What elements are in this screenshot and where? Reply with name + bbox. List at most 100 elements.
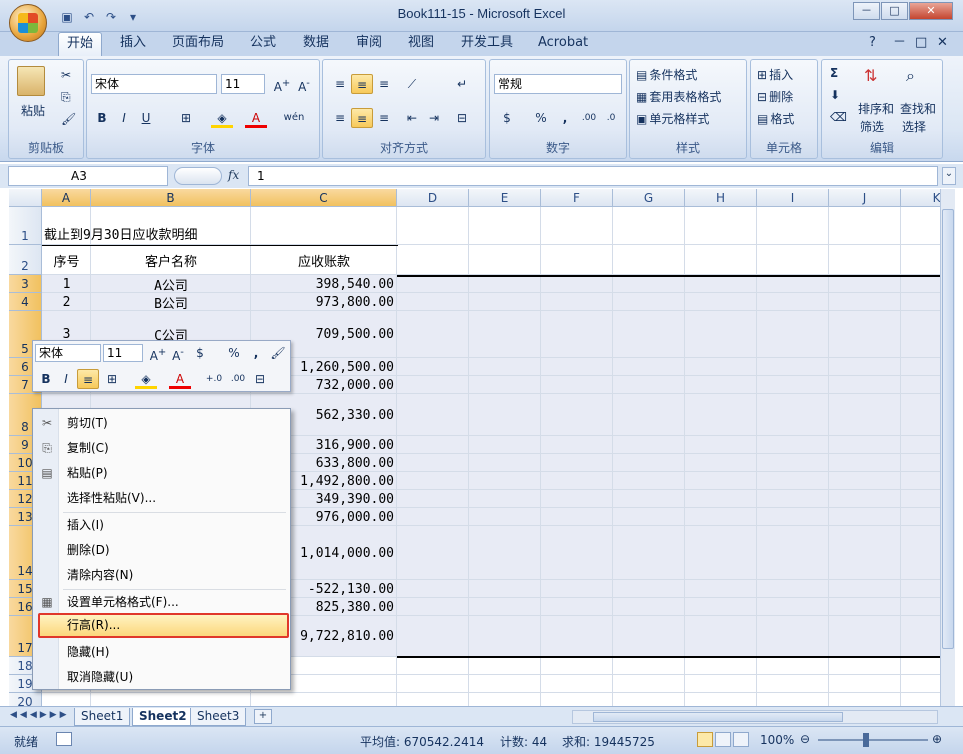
menu-row-height-highlight[interactable]: 行高(R)... bbox=[38, 613, 289, 638]
menu-hide[interactable]: 隐藏(H) bbox=[67, 641, 109, 663]
help-icon[interactable]: ? bbox=[866, 32, 879, 56]
row-header-4[interactable]: 4 bbox=[9, 293, 42, 311]
zoom-level[interactable]: 100% bbox=[760, 733, 794, 747]
decrease-indent-icon[interactable]: ⇤ bbox=[401, 108, 423, 128]
zoom-slider[interactable] bbox=[818, 739, 928, 741]
menu-clear-contents[interactable]: 清除内容(N) bbox=[67, 564, 133, 586]
menu-delete[interactable]: 删除(D) bbox=[67, 539, 110, 561]
number-format-select[interactable]: 常规 bbox=[494, 74, 622, 94]
italic-button[interactable]: I bbox=[113, 108, 135, 128]
row-header-20[interactable]: 20 bbox=[9, 693, 42, 706]
header-no[interactable]: 序号 bbox=[42, 245, 91, 275]
cell-customer[interactable]: A公司 bbox=[91, 275, 251, 294]
tab-view[interactable]: 视图 bbox=[400, 32, 442, 56]
mini-shrink-font-icon[interactable]: A- bbox=[167, 343, 189, 363]
align-bottom-icon[interactable]: ≡ bbox=[373, 74, 395, 94]
align-top-icon[interactable]: ≡ bbox=[329, 74, 351, 94]
sheet-tab-3[interactable]: Sheet3 bbox=[190, 708, 247, 726]
sort-filter-icon[interactable]: ⇅ bbox=[864, 66, 877, 85]
menu-insert[interactable]: 插入(I) bbox=[67, 514, 104, 536]
horizontal-scrollbar[interactable] bbox=[572, 710, 938, 724]
cell-receivable[interactable]: 398,540.00 bbox=[251, 275, 394, 293]
sheet-tab-2[interactable]: Sheet2 bbox=[132, 708, 194, 726]
mini-size-select[interactable]: 11 bbox=[103, 344, 143, 362]
column-header-k[interactable]: K bbox=[901, 189, 940, 207]
mini-merge-icon[interactable]: ⊟ bbox=[249, 369, 271, 389]
tab-page-layout[interactable]: 页面布局 bbox=[164, 32, 232, 56]
mini-increase-decimal-button[interactable]: +.0 bbox=[203, 369, 225, 389]
insert-cells-button[interactable]: 插入 bbox=[769, 66, 793, 83]
maximize-button[interactable]: □ bbox=[881, 2, 908, 20]
increase-indent-icon[interactable]: ⇥ bbox=[423, 108, 445, 128]
find-select-icon[interactable]: ⌕ bbox=[906, 66, 915, 86]
clear-icon[interactable]: ⌫ bbox=[830, 110, 847, 124]
menu-copy[interactable]: 复制(C) bbox=[67, 437, 109, 459]
delete-cells-button[interactable]: 删除 bbox=[769, 88, 793, 105]
menu-row-height[interactable]: 行高(R)... bbox=[67, 615, 120, 636]
conditional-format-button[interactable]: 条件格式 bbox=[649, 66, 697, 83]
mini-italic-button[interactable]: I bbox=[55, 369, 77, 389]
mini-decrease-decimal-button[interactable]: .00 bbox=[227, 369, 249, 389]
normal-view-icon[interactable] bbox=[697, 732, 713, 747]
font-color-button[interactable]: A bbox=[245, 108, 267, 128]
comma-button[interactable]: , bbox=[554, 108, 576, 128]
percent-button[interactable]: % bbox=[530, 108, 552, 128]
tab-review[interactable]: 审阅 bbox=[348, 32, 390, 56]
wrap-text-icon[interactable]: ↵ bbox=[451, 74, 473, 94]
ribbon-restore-button[interactable]: □ bbox=[912, 32, 930, 56]
ribbon-close-button[interactable]: ✕ bbox=[934, 32, 951, 56]
column-header-h[interactable]: H bbox=[685, 189, 757, 207]
orientation-icon[interactable]: ⟋ bbox=[401, 74, 423, 94]
tab-data[interactable]: 数据 bbox=[295, 32, 337, 56]
tab-home[interactable]: 开始 bbox=[58, 32, 103, 56]
vertical-scrollbar[interactable] bbox=[940, 189, 955, 706]
fill-color-icon[interactable]: ◈ bbox=[211, 108, 233, 128]
horizontal-scroll-thumb[interactable] bbox=[593, 712, 843, 722]
page-layout-view-icon[interactable] bbox=[715, 732, 731, 747]
align-center-icon[interactable]: ≡ bbox=[351, 108, 373, 128]
underline-button[interactable]: U bbox=[135, 108, 157, 128]
vertical-scroll-thumb[interactable] bbox=[942, 209, 954, 649]
sheet-nav-arrows-icon[interactable]: ◀◀◀▶▶▶ bbox=[10, 710, 70, 720]
find-select-button[interactable]: 查找和 bbox=[900, 100, 936, 117]
menu-cut[interactable]: 剪切(T) bbox=[67, 412, 108, 434]
sheet-tab-1[interactable]: Sheet1 bbox=[74, 708, 131, 726]
paste-button[interactable]: 粘贴 bbox=[21, 102, 45, 119]
column-header-i[interactable]: I bbox=[757, 189, 829, 207]
macro-record-icon[interactable] bbox=[56, 732, 72, 746]
cell-styles-button[interactable]: 单元格样式 bbox=[649, 110, 709, 127]
format-as-table-button[interactable]: 套用表格格式 bbox=[649, 88, 721, 105]
new-sheet-icon[interactable]: + bbox=[254, 709, 272, 724]
mini-format-painter-icon[interactable]: 🖌 bbox=[267, 343, 289, 363]
font-size-select[interactable]: 11 bbox=[221, 74, 265, 94]
formula-input[interactable]: 1 bbox=[248, 166, 938, 186]
cell-customer[interactable]: B公司 bbox=[91, 293, 251, 312]
page-break-view-icon[interactable] bbox=[733, 732, 749, 747]
font-name-select[interactable]: 宋体 bbox=[91, 74, 217, 94]
cell-receivable[interactable]: 973,800.00 bbox=[251, 293, 394, 311]
tab-formulas[interactable]: 公式 bbox=[242, 32, 284, 56]
menu-unhide[interactable]: 取消隐藏(U) bbox=[67, 666, 133, 688]
align-right-icon[interactable]: ≡ bbox=[373, 108, 395, 128]
zoom-slider-thumb[interactable] bbox=[863, 733, 869, 747]
zoom-out-icon[interactable]: ⊖ bbox=[800, 732, 810, 746]
sort-filter-button[interactable]: 排序和 bbox=[858, 100, 894, 117]
format-painter-icon[interactable]: 🖌 bbox=[61, 112, 76, 126]
row-header-2[interactable]: 2 bbox=[9, 245, 42, 275]
column-header-f[interactable]: F bbox=[541, 189, 613, 207]
decrease-decimal-button[interactable]: .0 bbox=[600, 108, 622, 128]
tab-insert[interactable]: 插入 bbox=[112, 32, 154, 56]
insert-function-button[interactable]: fx bbox=[228, 168, 239, 182]
minimize-button[interactable]: － bbox=[853, 2, 880, 20]
title-cell[interactable]: 截止到9月30日应收款明细 bbox=[44, 208, 197, 245]
mini-font-select[interactable]: 宋体 bbox=[35, 344, 101, 362]
menu-paste[interactable]: 粘贴(P) bbox=[67, 462, 108, 484]
tab-acrobat[interactable]: Acrobat bbox=[530, 32, 596, 56]
column-header-g[interactable]: G bbox=[613, 189, 685, 207]
close-button[interactable]: ✕ bbox=[909, 2, 953, 20]
fill-icon[interactable]: ⬇ bbox=[830, 88, 840, 102]
column-header-e[interactable]: E bbox=[469, 189, 541, 207]
bold-button[interactable]: B bbox=[91, 108, 113, 128]
ribbon-minimize-button[interactable]: － bbox=[890, 32, 909, 56]
column-header-j[interactable]: J bbox=[829, 189, 901, 207]
